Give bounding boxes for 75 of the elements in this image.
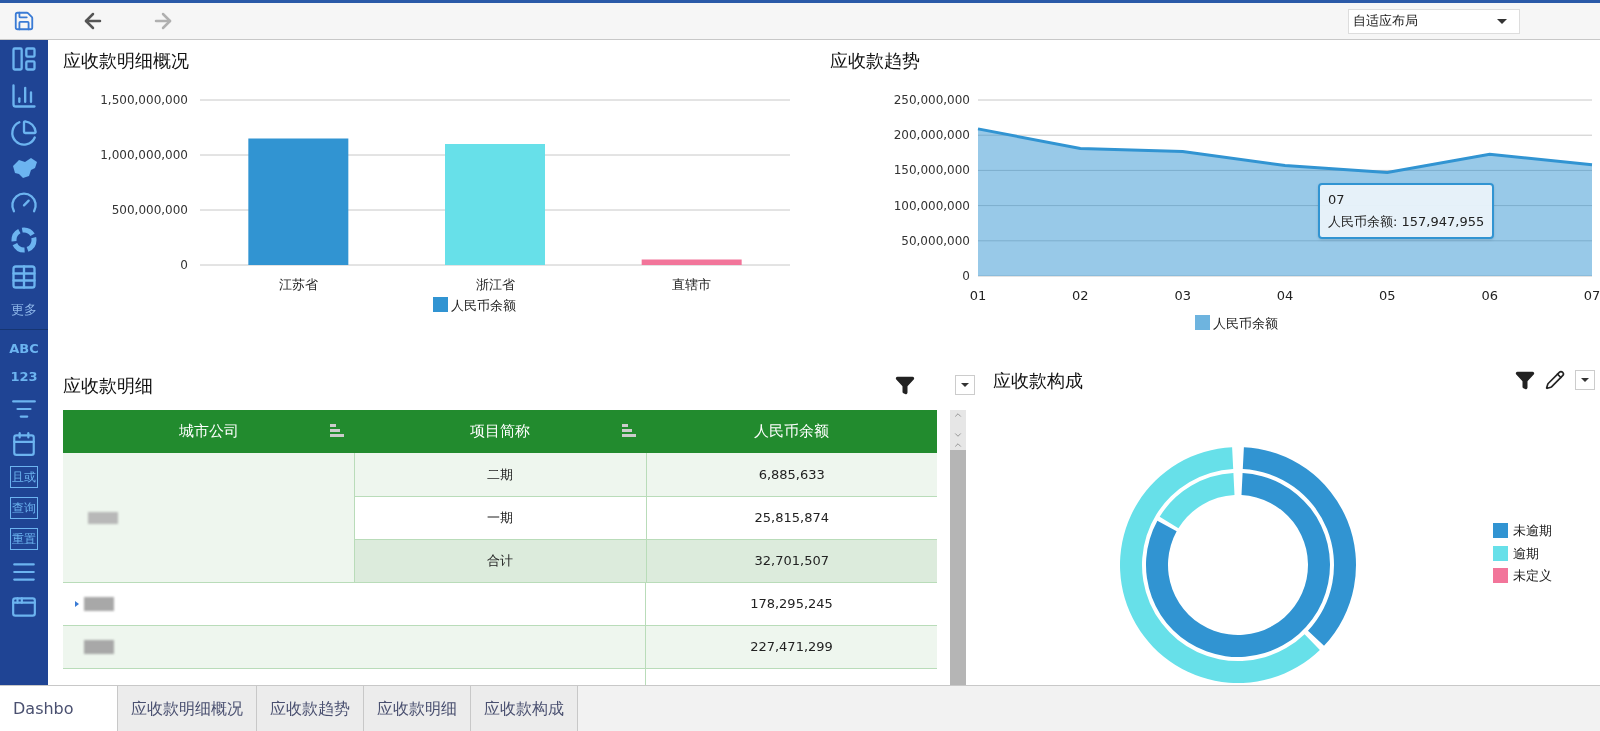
layout-icon[interactable] [10,45,38,73]
caret-icon [1497,18,1507,24]
column-header[interactable]: 城市公司 [63,410,355,453]
legend-label: 人民币余额 [1213,316,1278,331]
donut-icon[interactable] [10,226,38,254]
axis-label: 0 [962,269,970,283]
legend-label: 未逾期 [1513,522,1552,540]
axis-label: 0 [180,258,188,272]
layout-dropdown[interactable]: 自适应布局 [1348,8,1520,34]
table-cell-text: 32,701,507 [753,552,830,571]
table-cell-text: 25,815,874 [753,509,830,528]
axis-label: 1,000,000,000 [100,148,188,162]
blurred-text-placeholder [88,511,118,524]
axis-label: 06 [1481,288,1498,303]
panel-menu-button[interactable] [955,375,975,395]
save-icon [13,10,35,32]
legend-label: 逾期 [1513,544,1539,563]
axis-label: 1,500,000,000 [100,93,188,107]
panel-title: 应收款明细 [63,373,154,398]
axis-label: 04 [1276,288,1294,303]
axis-label: 浙江省 [475,277,515,292]
axis-label: 江苏省 [278,277,318,292]
axis-label: 03 [1174,288,1191,303]
axis-label: 150,000,000 [893,163,970,178]
axis-label: 500,000,000 [111,203,188,217]
legend-swatch [1195,315,1210,330]
tab[interactable]: 应收款明细 [364,686,471,731]
table-icon[interactable] [10,263,38,291]
legend-label: 人民币余额 [451,298,516,313]
column-header[interactable]: 人民币余额 [645,410,937,453]
sort-icon[interactable] [621,424,636,437]
axis-label: 05 [1379,288,1396,303]
table-cell: 合计 [355,540,647,582]
legend-swatch [433,297,448,312]
axis-label: 200,000,000 [893,128,970,143]
pencil-icon[interactable] [1545,370,1565,390]
bar-chart-icon[interactable] [10,82,38,110]
tooltip-title: 07 [1328,191,1346,209]
table-cell-text: 178,295,245 [749,595,834,614]
panel-menu-button[interactable] [1575,370,1595,390]
panel-title: 应收款明细概况 [63,49,190,73]
caret-icon [1581,378,1589,382]
more-button[interactable]: 更多 [11,300,37,320]
axis-label: 100,000,000 [893,198,970,213]
axis-label: 02 [1072,288,1089,303]
table-cell-text: 6,885,633 [757,465,826,484]
sidebar-button[interactable]: 且或 [10,465,38,488]
sidebar-button[interactable]: 123 [10,367,38,387]
sidebar-button[interactable]: 重置 [10,527,38,550]
tab[interactable]: 应收款趋势 [257,686,364,731]
tab[interactable]: 应收款明细概况 [118,686,257,731]
tab[interactable]: 应收款构成 [471,686,578,731]
tab[interactable]: Dashbo [0,686,118,731]
column-header[interactable]: 项目简称 [354,410,646,453]
caret-icon [961,383,969,387]
axis-label: 250,000,000 [893,93,970,107]
filter-button[interactable] [895,375,915,395]
expand-icon[interactable] [75,601,79,607]
axis-label: 50,000,000 [901,233,970,248]
axis-label: 直辖市 [672,277,712,292]
blurred-text-placeholder [84,597,114,611]
panel-title: 应收款趋势 [830,49,921,73]
pie-chart-icon[interactable] [10,119,38,147]
axis-label: 07 [1583,288,1600,303]
table-cell-text: 227,471,299 [749,638,834,657]
sidebar-button[interactable]: ABC [9,338,39,358]
legend-label: 未定义 [1513,567,1552,585]
sort-icon[interactable] [330,424,345,437]
blurred-text-placeholder [84,640,114,654]
axis-label: 01 [969,288,987,303]
panel-title: 应收款构成 [993,368,1084,393]
calendar-icon[interactable] [11,430,37,457]
filter-button[interactable] [1515,370,1535,390]
sidebar-button[interactable]: 查询 [10,496,38,519]
tooltip-text: 人民币余额: 157,947,955 [1328,213,1485,231]
